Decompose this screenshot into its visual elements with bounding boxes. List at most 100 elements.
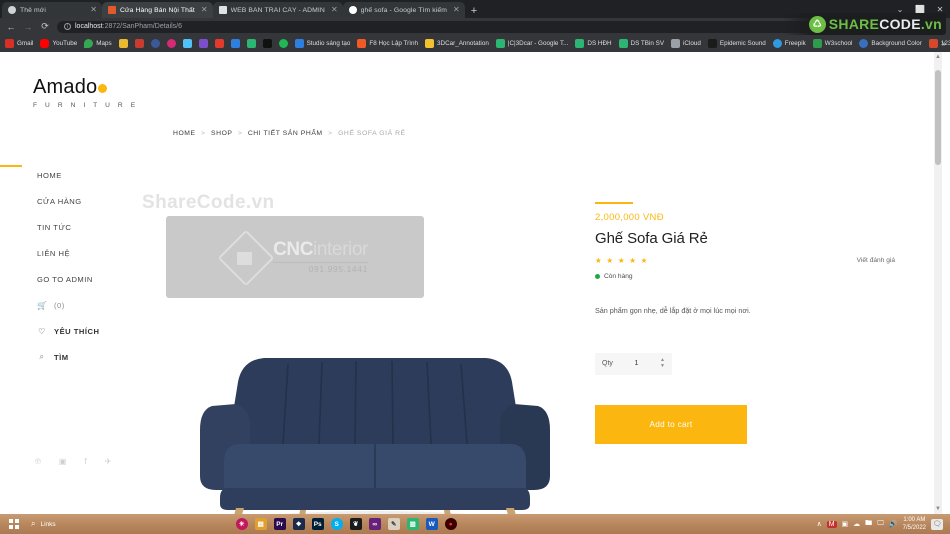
tray-usb-icon[interactable]: 🖿	[865, 519, 872, 530]
sidebar-item-cart[interactable]: 🛒 (0)	[37, 292, 157, 318]
bookmark-item[interactable]: DS HĐH	[575, 39, 612, 48]
bookmark-item[interactable]: |C|3Dcar - Google T...	[495, 39, 568, 48]
sheets-icon	[575, 39, 585, 48]
bookmark-item[interactable]: Maps	[84, 39, 112, 48]
bookmark-item[interactable]	[182, 39, 192, 48]
quantity-decrease-icon[interactable]: ▼	[660, 364, 665, 369]
bookmark-item[interactable]: YouTube	[40, 39, 77, 48]
bookmark-item[interactable]: Epidemic Sound	[707, 39, 766, 48]
bookmark-item[interactable]	[262, 39, 272, 48]
bookmark-item[interactable]	[150, 39, 160, 48]
twitter-icon[interactable]: ✈	[105, 457, 112, 466]
site-info-icon[interactable]: i	[64, 23, 71, 30]
bookmark-label: DS TBin SV	[630, 40, 665, 47]
tab-close-icon[interactable]: ✕	[88, 6, 97, 14]
facebook-icon[interactable]: f	[84, 457, 86, 466]
bookmark-item[interactable]	[214, 39, 224, 48]
bookmark-item[interactable]	[198, 39, 208, 48]
taskbar-clock[interactable]: 1:00 AM 7/5/2022	[903, 516, 926, 532]
sheets-icon	[618, 39, 628, 48]
tray-app-icon[interactable]: M	[826, 520, 837, 528]
bookmark-item[interactable]: W3school	[812, 39, 852, 48]
forward-icon[interactable]: →	[23, 22, 33, 32]
app-photoshop[interactable]: Ps	[311, 518, 324, 530]
breadcrumb-item-shop[interactable]: SHOP	[211, 130, 232, 137]
sidebar-item-go-to-admin[interactable]: GO TO ADMIN	[37, 266, 157, 292]
bookmark-item[interactable]	[246, 39, 256, 48]
app-paint[interactable]: ✎	[387, 518, 400, 530]
app-premiere[interactable]: Pr	[273, 518, 286, 530]
tray-expand-icon[interactable]: ∧	[817, 520, 822, 528]
app-record[interactable]: ●	[444, 518, 457, 530]
scroll-down-icon[interactable]: ▼	[934, 504, 942, 514]
bookmark-item[interactable]	[278, 39, 288, 48]
sidebar-item-home[interactable]: HOME	[37, 162, 157, 188]
bookmark-label: YouTube	[52, 40, 78, 47]
sidebar-item-contact[interactable]: LIÊN HỆ	[37, 240, 157, 266]
bookmark-item[interactable]: Background Color	[859, 39, 922, 48]
browser-tab-3[interactable]: ghế sofa - Google Tìm kiếm ✕	[342, 2, 465, 18]
bookmark-item[interactable]	[166, 39, 176, 48]
address-bar[interactable]: i localhost:2872/SanPham/Details/6	[57, 20, 817, 33]
tray-cloud-icon[interactable]: ☁	[853, 520, 860, 528]
bookmark-item[interactable]: Freepik	[772, 39, 806, 48]
add-to-cart-button[interactable]: Add to cart	[595, 404, 747, 444]
quantity-stepper[interactable]: Qty 1 ▲ ▼	[595, 352, 672, 375]
bookmark-item[interactable]	[118, 39, 128, 48]
tray-network-icon[interactable]: 🖵	[877, 520, 884, 528]
instagram-icon[interactable]: ▣	[59, 457, 67, 466]
windows-logo-icon	[9, 519, 19, 529]
app-visual-studio[interactable]: ∞	[368, 518, 381, 530]
bookmark-item[interactable]	[230, 39, 240, 48]
quantity-value[interactable]: 1	[619, 360, 654, 367]
app-notes[interactable]: ▥	[406, 518, 419, 530]
scroll-up-icon[interactable]: ▲	[934, 52, 942, 62]
page-scrollbar[interactable]: ▲ ▼	[934, 52, 942, 514]
bookmark-item[interactable]: F8 Học Lập Trình	[357, 39, 418, 48]
browser-tab-2[interactable]: WEB BÁN TRÁI CÂY - ADMIN ✕	[212, 2, 343, 18]
site-logo[interactable]: Amado F U R N I T U R E	[33, 77, 138, 109]
app-explorer[interactable]: ▤	[254, 518, 267, 530]
tab-close-icon[interactable]: ✕	[329, 6, 338, 14]
start-button[interactable]	[3, 519, 25, 529]
app-figma[interactable]: ❖	[292, 518, 305, 530]
bookmark-item[interactable]: Studio sáng tạo	[294, 39, 350, 48]
app-unknown[interactable]: ❦	[349, 518, 362, 530]
back-icon[interactable]: ←	[6, 22, 16, 32]
breadcrumb-item-detail[interactable]: CHI TIẾT SẢN PHẨM	[248, 130, 323, 137]
breadcrumb-item-home[interactable]: HOME	[173, 130, 196, 137]
action-center-icon[interactable]: 🗨	[931, 518, 943, 530]
browser-tab-0[interactable]: Thẻ mới ✕	[2, 2, 102, 18]
browser-window: Thẻ mới ✕ Cửa Hàng Bán Nội Thất ✕ WEB BÁ…	[0, 0, 950, 534]
app-skype[interactable]: S	[330, 518, 343, 530]
tab-close-icon[interactable]: ✕	[451, 6, 460, 14]
app-word[interactable]: W	[425, 518, 438, 530]
bookmarks-overflow-icon[interactable]: »	[942, 39, 946, 48]
pinterest-icon[interactable]: ℗	[35, 457, 41, 466]
bookmark-item[interactable]	[134, 39, 144, 48]
facebook-icon	[150, 39, 160, 48]
bookmark-item[interactable]: Gmail	[5, 39, 33, 48]
write-review-link[interactable]: Viết đánh giá	[857, 257, 895, 264]
scrollbar-thumb[interactable]	[935, 70, 941, 165]
new-tab-button[interactable]: +	[465, 6, 483, 18]
nav-label: GO TO ADMIN	[37, 274, 93, 284]
sidebar-item-search[interactable]: ⌕ TÌM	[37, 344, 157, 370]
app-ai[interactable]: ✳	[235, 518, 248, 530]
bookmark-item[interactable]: 3DCar_Annotation	[425, 39, 489, 48]
navy-blue-sofa-photo[interactable]	[180, 320, 570, 514]
bookmark-item[interactable]: iCloud	[671, 39, 701, 48]
color-icon	[859, 39, 869, 48]
tray-battery-icon[interactable]: ▣	[842, 520, 849, 528]
taskbar-search[interactable]: ⌕ Links	[31, 519, 56, 529]
tab-close-icon[interactable]: ✕	[199, 6, 208, 14]
youtube-icon	[40, 39, 50, 48]
bookmark-item[interactable]: DS TBin SV	[618, 39, 665, 48]
tray-volume-icon[interactable]: 🔊	[889, 520, 898, 528]
reload-icon[interactable]: ⟳	[40, 21, 50, 32]
browser-tab-1[interactable]: Cửa Hàng Bán Nội Thất ✕	[102, 2, 213, 18]
sidebar-item-news[interactable]: TIN TỨC	[37, 214, 157, 240]
sidebar-item-shop[interactable]: CỬA HÀNG	[37, 188, 157, 214]
sidebar-item-wishlist[interactable]: ♡ YÊU THÍCH	[37, 318, 157, 344]
bookmark-item[interactable]: 123doc	[928, 39, 950, 48]
